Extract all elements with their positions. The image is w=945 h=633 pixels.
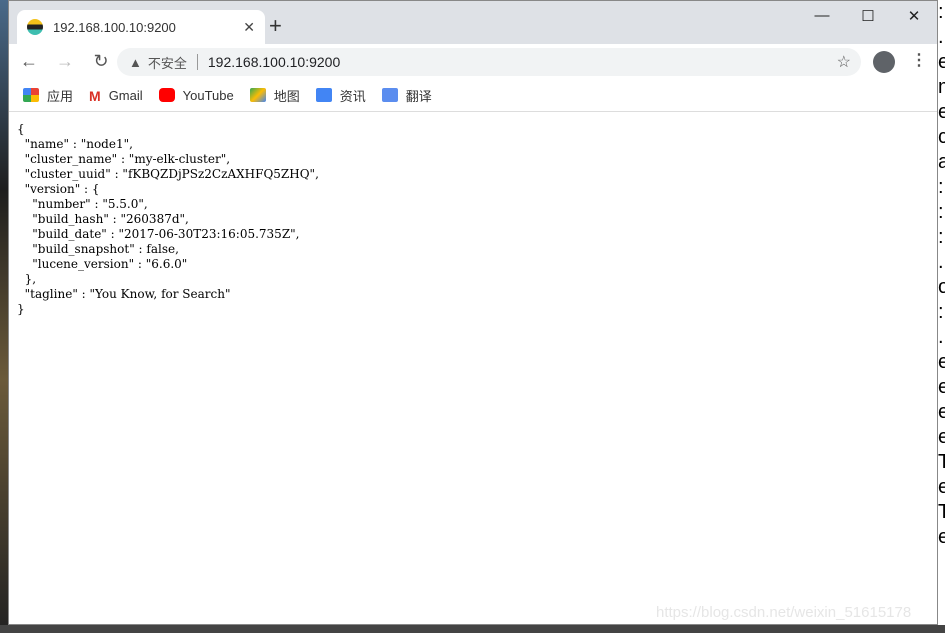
youtube-icon <box>158 88 175 102</box>
reload-button[interactable]: ↻ <box>85 51 117 72</box>
toolbar: ← → ↻ ▲ 不安全 192.168.100.10:9200 ☆ ⋮ <box>9 44 937 79</box>
background-document: : . e m e c a : : : . o : . e e e e T e … <box>938 0 945 633</box>
profile-avatar-icon[interactable] <box>873 51 895 73</box>
bookmark-label: 地图 <box>273 88 300 104</box>
divider <box>196 54 198 70</box>
bookmark-youtube[interactable]: YouTube <box>158 87 234 103</box>
address-bar[interactable]: ▲ 不安全 192.168.100.10:9200 ☆ <box>117 48 861 76</box>
new-tab-button[interactable]: + <box>269 13 282 39</box>
minimize-button[interactable]: — <box>807 7 837 24</box>
translate-icon <box>381 88 398 102</box>
url-text[interactable]: 192.168.100.10:9200 <box>208 54 340 70</box>
insecure-label[interactable]: 不安全 <box>148 53 187 72</box>
bookmark-label: 应用 <box>47 88 74 104</box>
json-response: { "name" : "node1", "cluster_name" : "my… <box>17 122 319 316</box>
forward-button[interactable]: → <box>49 51 81 72</box>
bookmark-translate[interactable]: 翻译 <box>381 86 432 105</box>
watermark: https://blog.csdn.net/weixin_51615178 <box>656 604 912 621</box>
bookmark-label: YouTube <box>182 87 234 103</box>
bookmark-label: 翻译 <box>405 88 432 104</box>
warning-icon[interactable]: ▲ <box>129 55 142 70</box>
bookmark-label: 资讯 <box>339 88 366 104</box>
elastic-favicon-icon <box>27 19 43 35</box>
tab-strip: 192.168.100.10:9200 ✕ + — ☐ ✕ <box>9 1 937 44</box>
bookmarks-bar: 应用 M Gmail YouTube 地图 资讯 翻译 <box>9 79 937 112</box>
close-window-button[interactable]: ✕ <box>899 7 929 25</box>
bookmark-news[interactable]: 资讯 <box>315 86 366 105</box>
bookmark-maps[interactable]: 地图 <box>249 86 300 105</box>
apps-icon <box>23 88 39 102</box>
maps-icon <box>249 88 266 102</box>
maximize-button[interactable]: ☐ <box>853 7 883 25</box>
tab-title: 192.168.100.10:9200 <box>53 19 176 35</box>
browser-window: 192.168.100.10:9200 ✕ + — ☐ ✕ ← → ↻ ▲ 不安… <box>8 0 938 625</box>
bookmark-apps[interactable]: 应用 <box>23 86 73 105</box>
close-tab-icon[interactable]: ✕ <box>243 19 255 36</box>
desktop-background <box>0 0 8 633</box>
tab-active[interactable]: 192.168.100.10:9200 ✕ <box>17 10 265 44</box>
bookmark-label: Gmail <box>108 87 143 103</box>
gmail-icon: M <box>89 88 101 104</box>
taskbar <box>0 625 945 633</box>
bookmark-gmail[interactable]: M Gmail <box>89 87 143 105</box>
menu-icon[interactable]: ⋮ <box>911 50 927 70</box>
news-icon <box>315 88 332 102</box>
bookmark-star-icon[interactable]: ☆ <box>837 52 851 72</box>
back-button[interactable]: ← <box>13 51 45 72</box>
